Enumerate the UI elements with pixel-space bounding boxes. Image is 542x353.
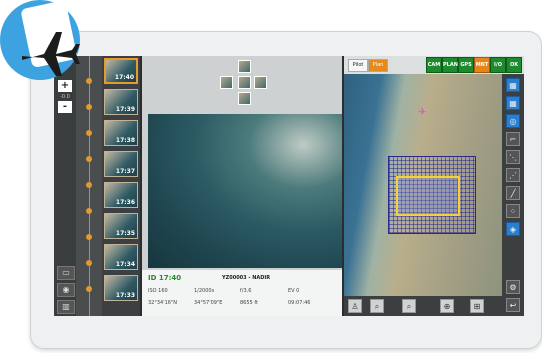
trash-icon[interactable]: ▥ — [57, 300, 75, 314]
mode-bar: Pilot Plan CAM PLAN GPS MNT I/O OK — [344, 56, 524, 74]
photo-panel: ID 17:40 YZ00003 - NADIR ISO 160 1/2000s… — [142, 56, 342, 316]
timeline-marker[interactable] — [86, 104, 92, 110]
thumbnail[interactable]: 17:39 — [104, 89, 138, 115]
thumbnail-time: 17:34 — [115, 261, 135, 268]
timeline-marker[interactable] — [86, 78, 92, 84]
timeline-marker[interactable] — [86, 182, 92, 188]
settings-icon[interactable]: ⚙ — [506, 280, 520, 294]
points-icon[interactable]: ⁘ — [506, 204, 520, 218]
status-io[interactable]: I/O — [490, 57, 506, 73]
mosaic-tile[interactable] — [220, 76, 233, 89]
mosaic-tile[interactable] — [254, 76, 267, 89]
iso-value: ISO 160 — [148, 288, 168, 294]
mode-pilot[interactable]: Pilot — [348, 59, 368, 72]
zoom-search-icon[interactable]: ⌕ — [370, 299, 384, 313]
grid-icon[interactable]: ▦ — [506, 96, 520, 110]
plane-icon — [22, 32, 80, 76]
status-ok[interactable]: OK — [506, 57, 522, 73]
location-icon[interactable]: ◎ — [506, 114, 520, 128]
altitude-value: 8655 ft — [240, 300, 258, 306]
plane-icon: ✈ — [418, 107, 427, 118]
thumbnail[interactable]: 17:37 — [104, 151, 138, 177]
thumbnail-time: 17:36 — [115, 199, 135, 206]
thumbnail[interactable]: 17:35 — [104, 213, 138, 239]
status-cam[interactable]: CAM — [426, 57, 442, 73]
thumbnail-time: 17:35 — [115, 230, 135, 237]
photo-id: ID 17:40 — [148, 274, 182, 282]
mosaic-tile[interactable] — [238, 92, 251, 105]
aerial-photo[interactable] — [148, 114, 342, 268]
thumbnail-time: 17:39 — [115, 106, 135, 113]
zoom-strip: + -0.0 - ▭ ◉ ▥ — [54, 56, 76, 316]
thumbnail[interactable]: 17:33 — [104, 275, 138, 301]
app-screen: + -0.0 - ▭ ◉ ▥ 17:40 17:39 17:38 17:37 1… — [54, 56, 524, 316]
time-value: 09:07:46 — [288, 300, 311, 306]
thumbnail-time: 17:33 — [115, 292, 135, 299]
fit-icon[interactable]: ⊞ — [470, 299, 484, 313]
photo-mosaic — [214, 60, 274, 108]
timeline-marker[interactable] — [86, 234, 92, 240]
ev-value: EV 0 — [288, 288, 300, 294]
timeline-marker[interactable] — [86, 286, 92, 292]
longitude-value: 34°57'09"E — [194, 300, 223, 306]
thumbnail[interactable]: 17:38 — [104, 120, 138, 146]
timeline-marker[interactable] — [86, 260, 92, 266]
back-icon[interactable]: ↩ — [506, 298, 520, 312]
timeline-marker[interactable] — [86, 208, 92, 214]
timeline-marker[interactable] — [86, 156, 92, 162]
measure-icon[interactable]: ⋰ — [506, 168, 520, 182]
app-badge — [0, 0, 82, 82]
thumbnail[interactable]: 17:36 — [104, 182, 138, 208]
camera-icon[interactable]: ◉ — [57, 283, 75, 297]
zoom-out-button[interactable]: - — [58, 101, 72, 113]
path-icon[interactable]: ⋱ — [506, 150, 520, 164]
shape-icon[interactable]: ⌐ — [506, 132, 520, 146]
shutter-value: 1/2000s — [194, 288, 215, 294]
thumbnail[interactable]: 17:40 — [104, 58, 138, 84]
mosaic-tile[interactable] — [238, 60, 251, 73]
target-icon[interactable]: ◈ — [506, 222, 520, 236]
photo-info: ID 17:40 YZ00003 - NADIR ISO 160 1/2000s… — [142, 270, 342, 316]
video-icon[interactable]: ▭ — [57, 266, 75, 280]
layers-icon[interactable]: ▦ — [506, 78, 520, 92]
timeline-marker[interactable] — [86, 130, 92, 136]
zoom-level: -0.0 — [60, 94, 70, 100]
flight-area[interactable] — [396, 176, 460, 216]
thumbnail[interactable]: 17:34 — [104, 244, 138, 270]
thumbnail-list: 17:40 17:39 17:38 17:37 17:36 17:35 17:3… — [102, 56, 140, 316]
satellite-map[interactable]: ✈ — [344, 56, 502, 316]
thumbnail-time: 17:38 — [115, 137, 135, 144]
mode-plan[interactable]: Plan — [368, 59, 388, 72]
ruler-icon[interactable]: ╱ — [506, 186, 520, 200]
thumbnail-time: 17:40 — [114, 74, 134, 81]
photo-caption: YZ00003 - NADIR — [222, 275, 271, 281]
map-tools: ▦ ▦ ◎ ⌐ ⋱ ⋰ ╱ ⁘ ◈ ⚙ ↩ — [502, 74, 524, 316]
aperture-value: f/3.6 — [240, 288, 252, 294]
thumbnail-time: 17:37 — [115, 168, 135, 175]
status-plan[interactable]: PLAN — [442, 57, 458, 73]
mosaic-tile[interactable] — [238, 76, 251, 89]
timeline[interactable] — [76, 56, 102, 316]
latitude-value: 32°34'16"N — [148, 300, 178, 306]
status-gps[interactable]: GPS — [458, 57, 474, 73]
zoom-plus-icon[interactable]: ⊕ — [440, 299, 454, 313]
search-icon[interactable]: ⌕ — [402, 299, 416, 313]
person-icon[interactable]: ♙ — [348, 299, 362, 313]
map-bottom-bar: ♙ ⌕ ⌕ ⊕ ⊞ — [344, 296, 502, 316]
status-mnt[interactable]: MNT — [474, 57, 490, 73]
